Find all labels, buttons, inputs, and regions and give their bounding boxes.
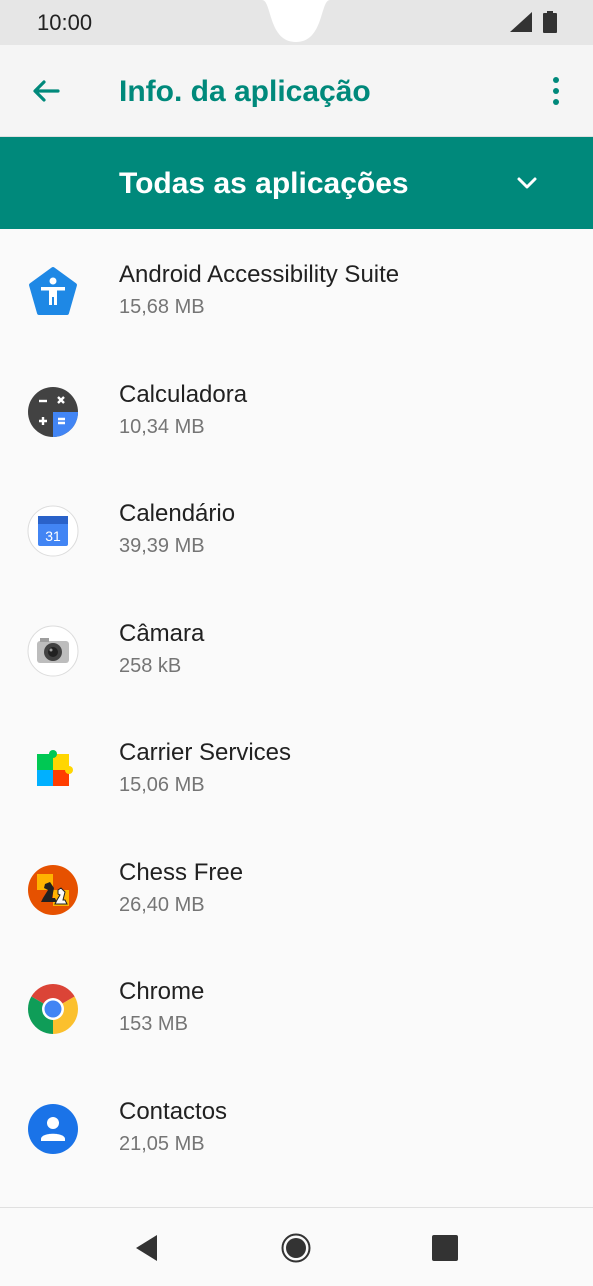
app-name: Calculadora xyxy=(119,380,248,408)
app-name: Android Accessibility Suite xyxy=(119,261,400,288)
app-name: Câmara xyxy=(119,619,205,647)
list-item[interactable]: Chess Free 26,40 MB xyxy=(0,827,593,947)
chevron-down-icon xyxy=(517,177,537,189)
camera-notch xyxy=(262,0,330,42)
nav-home-icon[interactable] xyxy=(280,1232,312,1264)
battery-icon xyxy=(543,11,557,33)
status-bar: 10:00 xyxy=(0,0,593,45)
app-size: 15,68 MB xyxy=(119,296,205,318)
list-item[interactable]: Chrome 153 MB xyxy=(0,946,593,1066)
list-item[interactable]: Carrier Services 15,06 MB xyxy=(0,707,593,827)
back-arrow-icon[interactable] xyxy=(30,75,62,107)
app-size: 15,06 MB xyxy=(119,774,205,796)
app-size: 39,39 MB xyxy=(119,535,205,557)
signal-icon xyxy=(510,12,532,32)
calculator-icon xyxy=(28,386,78,437)
status-time: 10:00 xyxy=(37,10,93,35)
app-name: Contactos xyxy=(119,1097,228,1125)
app-name: Chrome xyxy=(119,978,205,1005)
app-name: Carrier Services xyxy=(119,739,292,766)
nav-back-icon[interactable] xyxy=(131,1232,163,1264)
list-item[interactable]: Câmara 258 kB xyxy=(0,588,593,708)
filter-label: Todas as aplicações xyxy=(119,167,409,200)
navigation-bar xyxy=(0,1207,593,1286)
list-item[interactable]: Contactos 21,05 MB xyxy=(0,1066,593,1186)
contacts-icon xyxy=(28,1103,78,1154)
more-options-icon[interactable] xyxy=(545,75,567,107)
app-size: 258 kB xyxy=(119,654,182,677)
nav-recents-icon[interactable] xyxy=(429,1232,461,1264)
svg-text:31: 31 xyxy=(45,528,61,544)
app-bar: Info. da aplicação xyxy=(0,45,593,137)
list-item[interactable]: Calculadora 10,34 MB xyxy=(0,349,593,469)
camera-icon xyxy=(27,625,79,676)
chess-icon xyxy=(28,864,78,915)
app-size: 26,40 MB xyxy=(119,893,205,916)
accessibility-icon xyxy=(29,267,77,315)
page-title: Info. da aplicação xyxy=(119,75,371,108)
app-list: Android Accessibility Suite 15,68 MB Cal… xyxy=(0,229,593,1185)
app-size: 153 MB xyxy=(119,1013,188,1035)
chrome-icon xyxy=(28,984,78,1034)
app-size: 21,05 MB xyxy=(119,1132,205,1155)
app-size: 10,34 MB xyxy=(119,415,205,438)
carrier-services-icon xyxy=(37,750,73,786)
filter-dropdown[interactable]: Todas as aplicações xyxy=(0,137,593,229)
app-name: Chess Free xyxy=(119,858,244,886)
list-item[interactable]: Android Accessibility Suite 15,68 MB xyxy=(0,229,593,349)
list-item[interactable]: 31 Calendário 39,39 MB xyxy=(0,468,593,588)
app-name: Calendário xyxy=(119,500,236,527)
calendar-icon: 31 xyxy=(27,505,79,557)
